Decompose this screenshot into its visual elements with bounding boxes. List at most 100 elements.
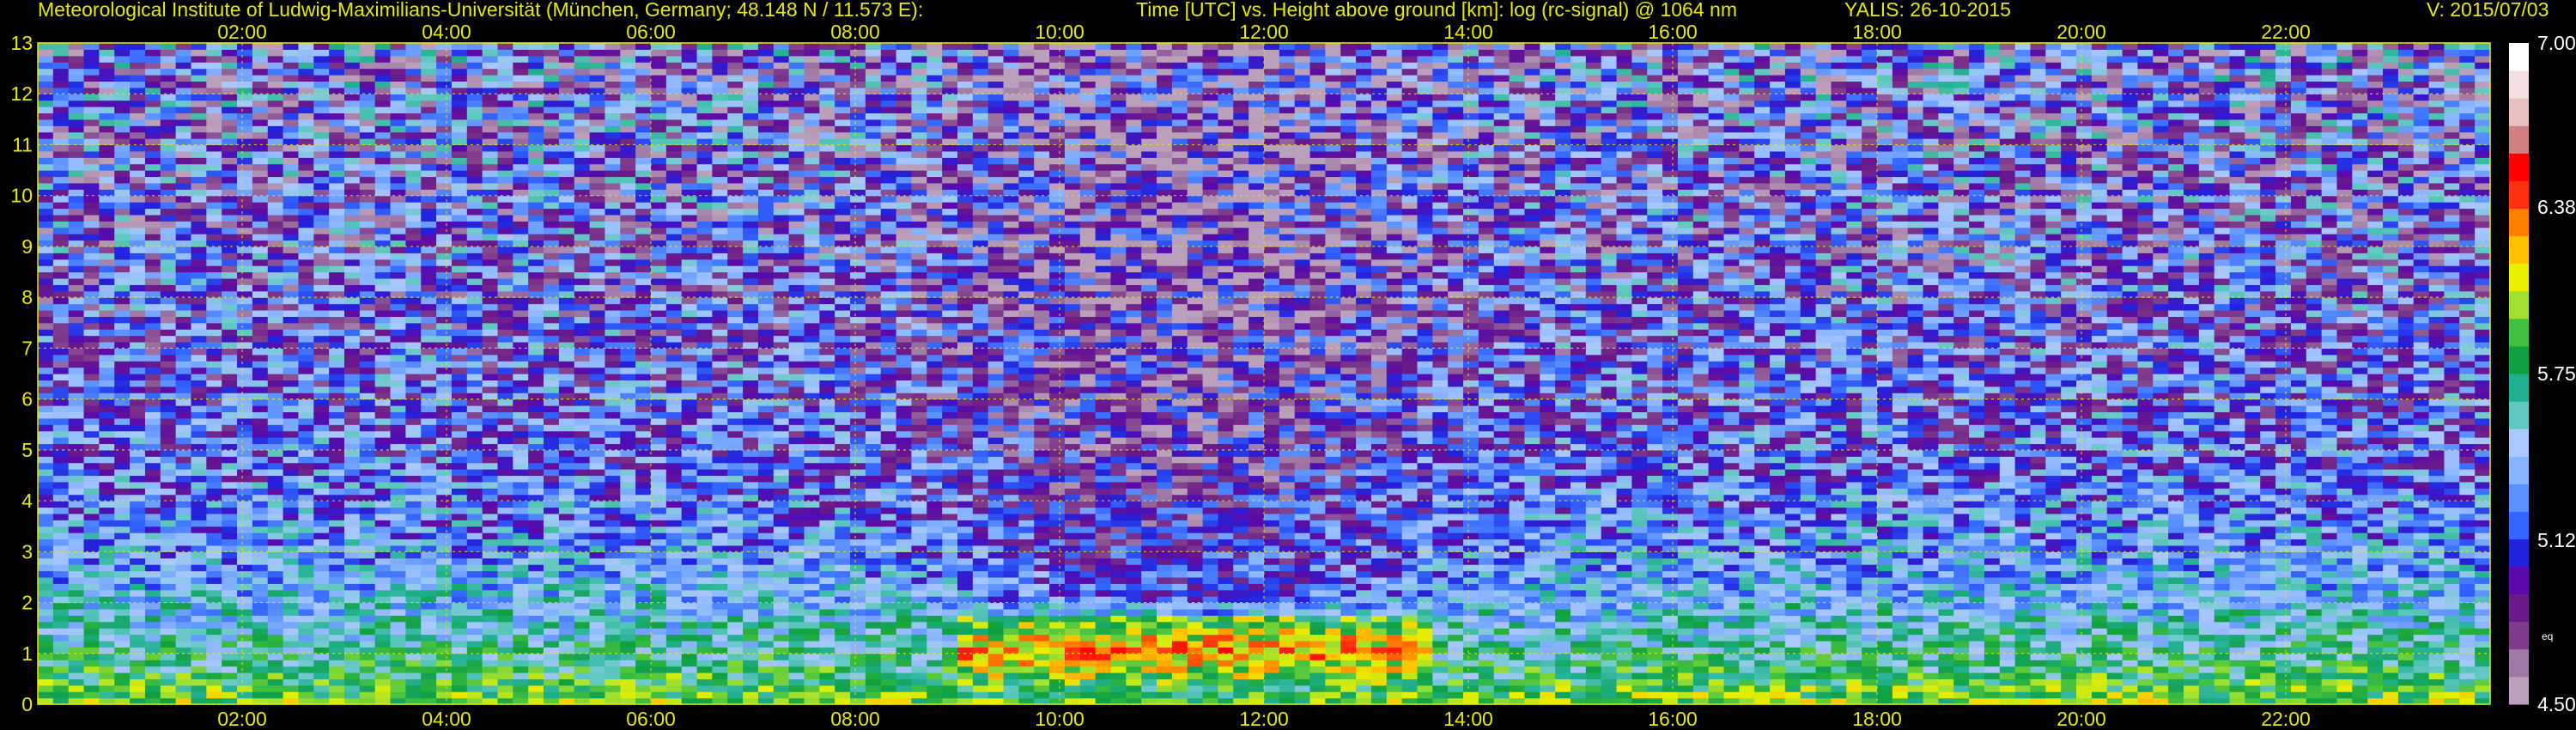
heatmap-cell (114, 514, 130, 520)
heatmap-cell (161, 329, 176, 336)
heatmap-cell (743, 475, 758, 482)
heatmap-cell (513, 75, 528, 82)
heatmap-cell (375, 475, 391, 482)
heatmap-cell (513, 81, 528, 88)
heatmap-cell (145, 418, 161, 425)
heatmap-cell (467, 221, 483, 228)
heatmap-cell (743, 558, 758, 565)
heatmap-cell (758, 501, 774, 508)
heatmap-cell (559, 691, 574, 698)
heatmap-cell (252, 196, 268, 203)
heatmap-cell (176, 259, 191, 266)
heatmap-cell (391, 678, 406, 685)
heatmap-cell (161, 526, 176, 533)
heatmap-cell (237, 176, 252, 183)
heatmap-cell (283, 284, 299, 291)
heatmap-cell (222, 342, 237, 349)
heatmap-cell (237, 361, 252, 368)
heatmap-cell (222, 418, 237, 425)
heatmap-cell (452, 100, 467, 107)
heatmap-cell (237, 615, 252, 622)
heatmap-cell (53, 507, 69, 514)
heatmap-cell (528, 113, 544, 119)
heatmap-cell (682, 488, 697, 495)
heatmap-cell (84, 603, 100, 610)
heatmap-cell (329, 583, 344, 590)
heatmap-cell (344, 291, 360, 298)
heatmap-cell (651, 323, 666, 330)
heatmap-cell (145, 215, 161, 222)
heatmap-cell (498, 532, 513, 539)
heatmap-cell (391, 284, 406, 291)
heatmap-cell (252, 56, 268, 63)
heatmap-cell (237, 316, 252, 323)
heatmap-cell (559, 196, 574, 203)
heatmap-cell (283, 183, 299, 190)
heatmap-cell (605, 532, 620, 539)
heatmap-cell (84, 374, 100, 380)
heatmap-cell (298, 342, 313, 349)
heatmap-cell (344, 678, 360, 685)
heatmap-cell (436, 297, 452, 304)
heatmap-cell (498, 151, 513, 158)
heatmap-cell (727, 443, 743, 450)
heatmap-cell (53, 43, 69, 50)
heatmap-cell (391, 469, 406, 476)
heatmap-cell (405, 564, 421, 571)
heatmap-cell (38, 520, 53, 526)
heatmap-cell (605, 431, 620, 438)
heatmap-cell (605, 81, 620, 88)
heatmap-cell (405, 196, 421, 203)
heatmap-cell (298, 215, 313, 222)
heatmap-cell (635, 615, 651, 622)
heatmap-cell (421, 685, 436, 692)
heatmap-cell (620, 125, 635, 132)
heatmap-cell (360, 405, 375, 412)
heatmap-cell (651, 157, 666, 164)
heatmap-cell (405, 113, 421, 119)
heatmap-cell (313, 88, 329, 94)
heatmap-cell (682, 564, 697, 571)
heatmap-cell (620, 336, 635, 343)
heatmap-cell (344, 437, 360, 444)
heatmap-cell (252, 246, 268, 253)
heatmap-cell (176, 399, 191, 406)
heatmap-cell (38, 69, 53, 76)
heatmap-cell (405, 94, 421, 100)
heatmap-cell (222, 551, 237, 558)
heatmap-cell (252, 603, 268, 610)
heatmap-cell (391, 424, 406, 431)
heatmap-cell (651, 297, 666, 304)
heatmap-cell (467, 278, 483, 285)
heatmap-cell (145, 228, 161, 234)
heatmap-cell (405, 164, 421, 171)
heatmap-cell (467, 151, 483, 158)
heatmap-cell (360, 196, 375, 203)
heatmap-cell (298, 94, 313, 100)
heatmap-cell (436, 246, 452, 253)
heatmap-cell (99, 424, 114, 431)
heatmap-cell (682, 196, 697, 203)
heatmap-cell (405, 654, 421, 660)
heatmap-cell (743, 355, 758, 362)
heatmap-cell (513, 183, 528, 190)
heatmap-cell (283, 386, 299, 393)
heatmap-cell (697, 635, 713, 642)
heatmap-cell (53, 526, 69, 533)
heatmap-cell (635, 558, 651, 565)
heatmap-cell (513, 125, 528, 132)
heatmap-cell (405, 304, 421, 311)
heatmap-cell (651, 418, 666, 425)
heatmap-cell (666, 272, 682, 279)
heatmap-cell (605, 157, 620, 164)
heatmap-cell (605, 590, 620, 597)
heatmap-cell (329, 297, 344, 304)
heatmap-cell (191, 475, 207, 482)
heatmap-cell (176, 571, 191, 578)
heatmap-cell (666, 678, 682, 685)
heatmap-cell (635, 418, 651, 425)
heatmap-cell (283, 138, 299, 145)
heatmap-cell (283, 482, 299, 489)
heatmap-cell (574, 196, 590, 203)
heatmap-cell (620, 399, 635, 406)
